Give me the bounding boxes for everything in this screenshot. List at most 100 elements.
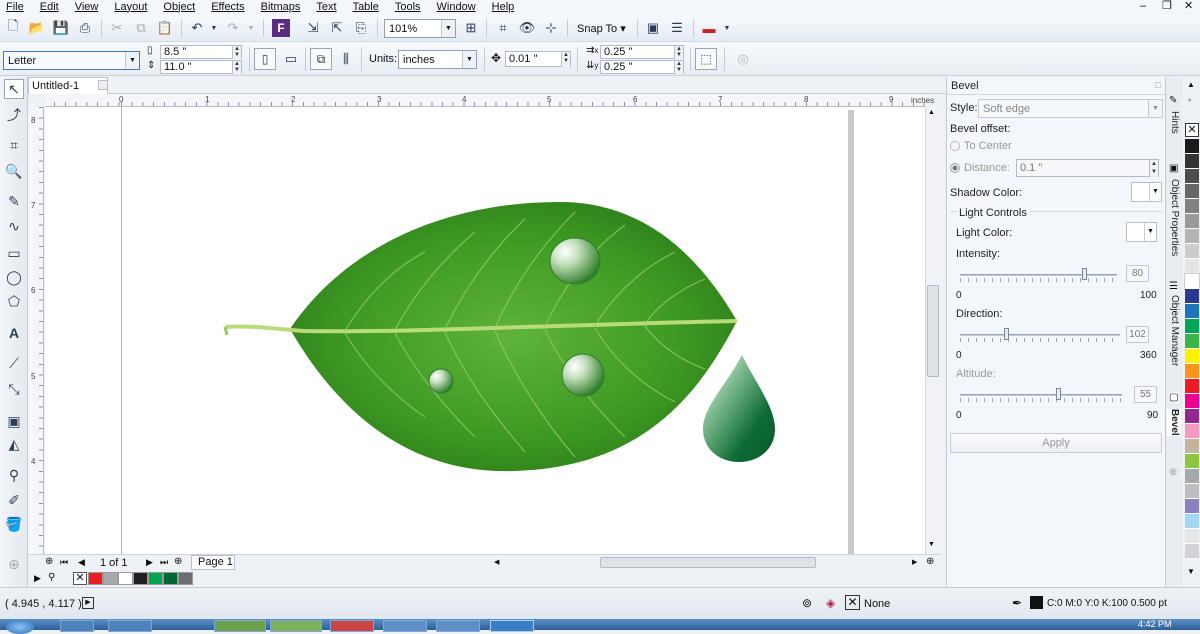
ellipse-tool-icon[interactable]: ◯ bbox=[4, 267, 24, 287]
vertical-scrollbar[interactable]: ▲ ▼ bbox=[925, 107, 940, 554]
tab-object-manager[interactable]: Object Manager bbox=[1167, 295, 1181, 366]
show-grid-icon[interactable]: 👁 bbox=[518, 19, 536, 37]
outline-pen-icon[interactable]: ✐ bbox=[4, 490, 24, 510]
water-drop-large[interactable] bbox=[549, 237, 601, 285]
spin-arrows-icon[interactable]: ▲ ▼ bbox=[674, 61, 683, 74]
copy-icon[interactable]: ⧉ bbox=[132, 19, 150, 37]
altitude-value[interactable]: 55 bbox=[1134, 386, 1157, 403]
color-swatch[interactable] bbox=[1185, 229, 1199, 244]
color-swatch[interactable] bbox=[1185, 199, 1199, 214]
color-swatch[interactable] bbox=[1185, 499, 1199, 514]
tab-bevel[interactable]: Bevel bbox=[1167, 409, 1181, 436]
direction-slider-thumb[interactable] bbox=[1004, 328, 1009, 340]
parallel-dimension-icon[interactable]: ⟋ bbox=[4, 353, 24, 373]
application-launcher-icon[interactable]: ▬ bbox=[700, 19, 718, 37]
color-swatch[interactable] bbox=[1185, 529, 1199, 544]
play-icon[interactable]: ▶ bbox=[82, 597, 94, 609]
document-color-swatch[interactable] bbox=[148, 572, 163, 585]
undo-dropdown-icon[interactable]: ▼ bbox=[205, 19, 223, 37]
crop-tool-icon[interactable]: ⌗ bbox=[4, 135, 24, 155]
beveled-teardrop-shape[interactable] bbox=[703, 355, 775, 462]
vertical-scroll-thumb[interactable] bbox=[927, 285, 939, 377]
units-select[interactable]: inches ▼ bbox=[398, 50, 477, 69]
to-center-radio[interactable] bbox=[950, 141, 960, 151]
page-height-field[interactable]: 11.0 " ▲ ▼ bbox=[160, 60, 242, 74]
drop-shadow-icon[interactable]: ▣ bbox=[4, 411, 24, 431]
menu-bitmaps[interactable]: Bitmaps bbox=[261, 1, 301, 13]
taskbar-app[interactable] bbox=[60, 620, 94, 632]
duplicate-distance-x-field[interactable]: 0.25 " ▲ ▼ bbox=[600, 45, 684, 59]
menu-layout[interactable]: Layout bbox=[114, 1, 147, 13]
fill-tool-icon[interactable]: 🪣 bbox=[4, 514, 24, 534]
horizontal-ruler[interactable]: 0 1 2 3 4 5 6 7 8 9 inches bbox=[45, 94, 934, 107]
document-color-swatch[interactable] bbox=[103, 572, 118, 585]
last-page-icon[interactable]: ⏭ bbox=[160, 557, 168, 568]
spin-arrows-icon[interactable]: ▲ ▼ bbox=[232, 46, 241, 59]
show-rulers-icon[interactable]: ⌗ bbox=[494, 19, 512, 37]
snap-to-dropdown[interactable]: Snap To ▾ bbox=[577, 22, 626, 35]
no-fill-swatch[interactable]: ✕ bbox=[1185, 123, 1199, 137]
intensity-slider[interactable] bbox=[960, 268, 1117, 282]
eyedropper-tool-icon[interactable]: ⚲ bbox=[4, 465, 24, 485]
color-swatch[interactable] bbox=[1184, 273, 1200, 290]
tab-object-properties[interactable]: Object Properties bbox=[1167, 179, 1181, 256]
taskbar-app[interactable] bbox=[108, 620, 152, 632]
text-tool-icon[interactable]: A bbox=[4, 323, 24, 343]
document-color-swatch[interactable] bbox=[88, 572, 103, 585]
scroll-right-icon[interactable]: ▶ bbox=[912, 558, 917, 566]
intensity-slider-thumb[interactable] bbox=[1082, 268, 1087, 280]
shadow-color-picker[interactable]: ▼ bbox=[1131, 182, 1162, 202]
zoom-tool-icon[interactable]: 🔍 bbox=[4, 161, 24, 181]
menu-window[interactable]: Window bbox=[437, 1, 476, 13]
rectangle-tool-icon[interactable]: ▭ bbox=[4, 243, 24, 263]
menu-tools[interactable]: Tools bbox=[395, 1, 421, 13]
publish-pdf-icon[interactable]: ⎘ bbox=[352, 19, 370, 37]
smart-drawing-icon[interactable]: ∿ bbox=[4, 216, 24, 236]
palette-scroll-up-icon[interactable]: ▲ bbox=[1187, 80, 1195, 89]
palette-arrow-icon[interactable]: ▶ bbox=[34, 573, 41, 584]
page-tab[interactable]: Page 1 bbox=[191, 555, 235, 570]
document-color-swatch[interactable] bbox=[163, 572, 178, 585]
spin-arrows-icon[interactable]: ▲ ▼ bbox=[1149, 160, 1158, 177]
options-icon[interactable]: ☰ bbox=[668, 19, 686, 37]
freehand-tool-icon[interactable]: ✎ bbox=[4, 191, 24, 211]
document-color-swatch[interactable] bbox=[178, 572, 193, 585]
export-icon[interactable]: ⇱ bbox=[328, 19, 346, 37]
color-swatch[interactable] bbox=[1185, 469, 1199, 484]
color-swatch[interactable] bbox=[1185, 379, 1199, 394]
color-swatch[interactable] bbox=[1185, 364, 1199, 379]
color-proofing-icon[interactable]: ⊚ bbox=[802, 596, 812, 610]
color-swatch[interactable] bbox=[1185, 259, 1199, 274]
undo-icon[interactable]: ↶ bbox=[188, 19, 206, 37]
add-page-after-icon[interactable]: ⊕ bbox=[174, 556, 182, 567]
color-swatch[interactable] bbox=[1185, 154, 1199, 169]
new-document-icon[interactable]: 🗋 bbox=[4, 18, 22, 37]
document-tab[interactable]: Untitled-1 bbox=[28, 77, 108, 94]
previous-page-icon[interactable]: ◀ bbox=[78, 557, 85, 568]
add-docker-icon[interactable]: ⊕ bbox=[1169, 467, 1177, 478]
docker-close-icon[interactable]: □ bbox=[1155, 80, 1160, 90]
color-swatch[interactable] bbox=[1185, 424, 1199, 439]
color-swatch[interactable] bbox=[1185, 289, 1199, 304]
save-icon[interactable]: 💾 bbox=[52, 19, 70, 37]
color-swatch[interactable] bbox=[1185, 214, 1199, 229]
menu-text[interactable]: Text bbox=[316, 1, 336, 13]
search-content-icon[interactable]: F bbox=[272, 19, 290, 37]
vertical-ruler[interactable]: 8 7 6 5 4 bbox=[28, 107, 44, 554]
redo-icon[interactable]: ↷ bbox=[224, 19, 242, 37]
transparency-tool-icon[interactable]: ◭ bbox=[4, 434, 24, 454]
leaf-shape[interactable] bbox=[223, 202, 738, 472]
color-swatch[interactable] bbox=[1185, 169, 1199, 184]
color-swatch[interactable] bbox=[1185, 484, 1199, 499]
launcher-dropdown-icon[interactable]: ▼ bbox=[718, 19, 736, 37]
direction-value[interactable]: 102 bbox=[1126, 326, 1149, 343]
menu-view[interactable]: View bbox=[75, 1, 99, 13]
light-color-picker[interactable]: ▼ bbox=[1126, 222, 1157, 242]
water-drop-small[interactable] bbox=[428, 368, 454, 394]
portrait-icon[interactable]: ▯ bbox=[254, 48, 276, 70]
taskbar-app[interactable] bbox=[330, 620, 374, 632]
first-page-icon[interactable]: ⏮ bbox=[60, 557, 68, 568]
eyedropper-icon[interactable]: ⚲ bbox=[48, 572, 55, 583]
menu-file[interactable]: File bbox=[6, 1, 24, 13]
scroll-down-icon[interactable]: ▼ bbox=[928, 541, 935, 548]
